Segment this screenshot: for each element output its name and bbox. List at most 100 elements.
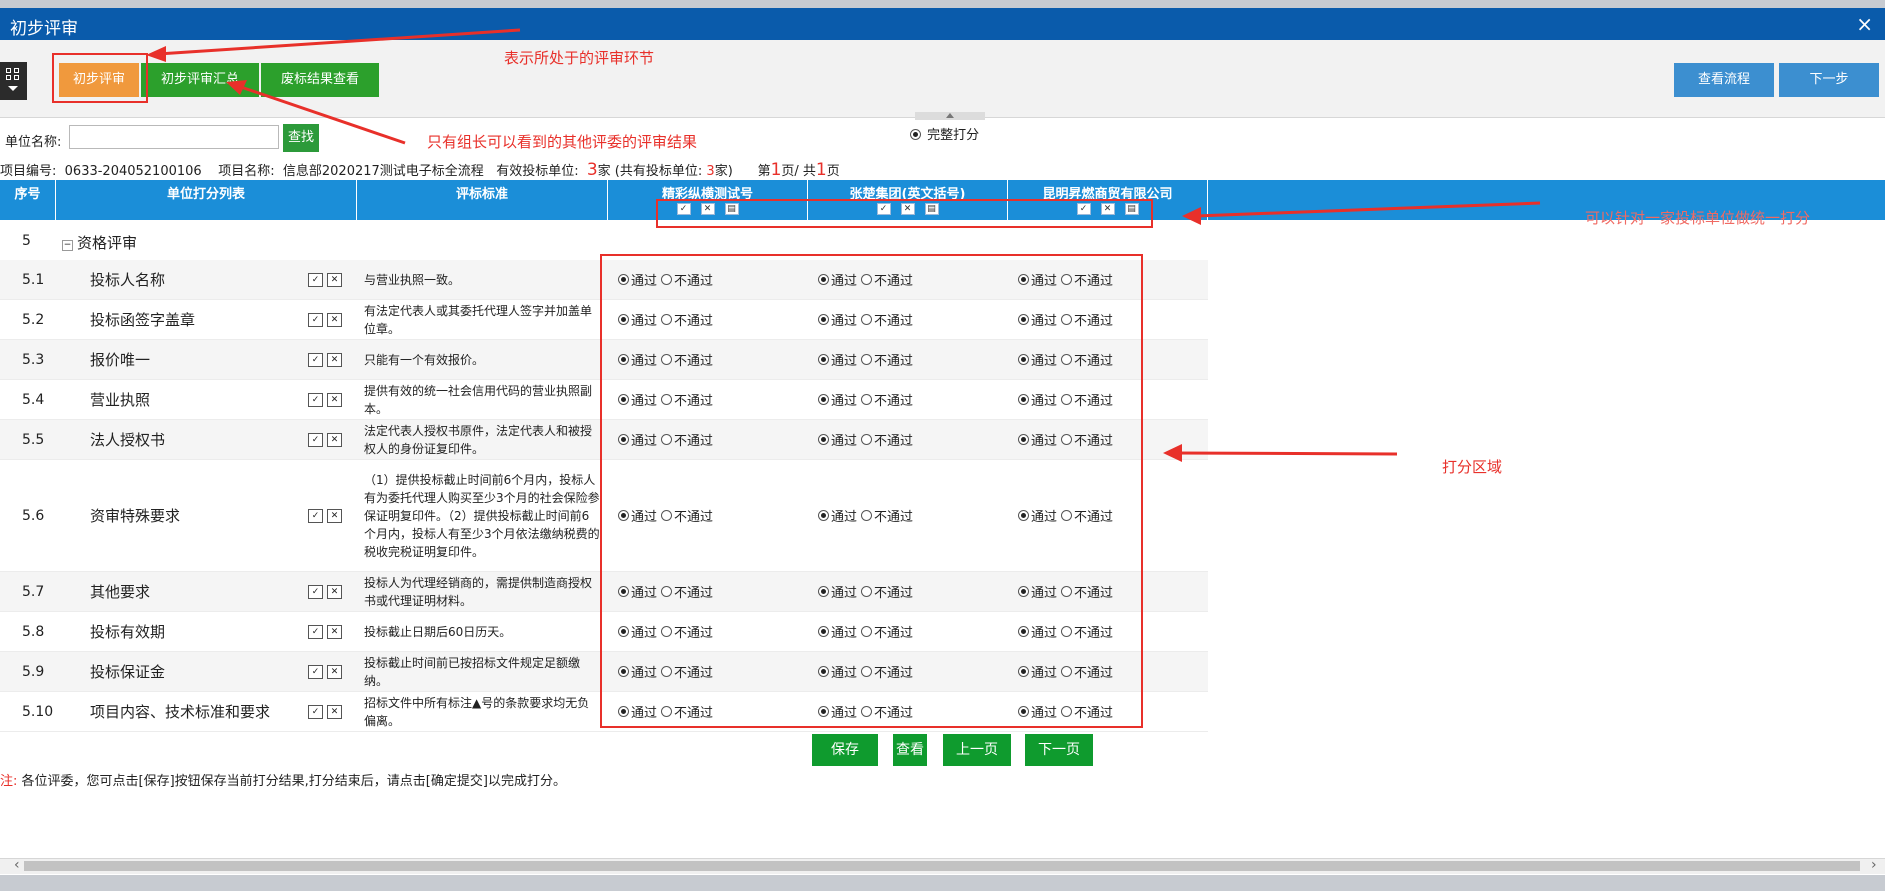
row-all-fail-icon[interactable]: ✕	[327, 624, 342, 639]
row-standard: 与营业执照一致。	[364, 272, 461, 287]
row-name: 资审特殊要求	[90, 507, 181, 525]
row-standard: （1）提供投标截止时间前6个月内，投标人有为委托代理人购买至少3个月的社会保险参…	[364, 472, 600, 559]
annotation-leader-only: 只有组长可以看到的其他评委的评审结果	[427, 133, 698, 151]
note-text: 各位评委，您可点击[保存]按钮保存当前打分结果,打分结束后，请点击[确定提交]以…	[21, 774, 566, 789]
note: 注: 各位评委，您可点击[保存]按钮保存当前打分结果,打分结束后，请点击[确定提…	[0, 770, 566, 789]
row-all-pass-icon[interactable]: ✓	[308, 312, 323, 327]
row-all-fail-icon[interactable]: ✕	[327, 272, 342, 287]
unit-name-label: 单位名称:	[5, 135, 62, 150]
row-all-pass-icon[interactable]: ✓	[308, 584, 323, 599]
row-all-fail-icon[interactable]: ✕	[327, 508, 342, 523]
row-actions: ✓ ✕	[308, 612, 354, 651]
prev-page-button[interactable]: 上一页	[943, 734, 1011, 766]
row-all-pass-icon[interactable]: ✓	[308, 664, 323, 679]
window-title: 初步评审	[10, 19, 78, 39]
row-all-fail-icon[interactable]: ✕	[327, 704, 342, 719]
page-mid: 页/ 共	[781, 164, 816, 179]
row-all-pass-icon[interactable]: ✓	[308, 704, 323, 719]
annotation-score-area: 打分区域	[1442, 458, 1503, 476]
row-actions: ✓ ✕	[308, 460, 354, 571]
project-name: 信息部2020217测试电子标全流程	[282, 164, 484, 179]
row-all-pass-icon[interactable]: ✓	[308, 352, 323, 367]
col-no-label: 序号	[14, 187, 41, 202]
row-all-pass-icon[interactable]: ✓	[308, 624, 323, 639]
scroll-right-icon[interactable]: ›	[1871, 857, 1877, 873]
view-flow-button[interactable]: 查看流程	[1674, 63, 1774, 97]
tab-review-summary[interactable]: 初步评审汇总	[141, 63, 259, 97]
project-info: 项目编号: 0633-204052100106 项目名称: 信息部2020217…	[0, 160, 840, 180]
row-actions: ✓ ✕	[308, 380, 354, 419]
col-standard-label: 评标标准	[455, 187, 508, 202]
total-suffix: 家)	[714, 164, 733, 179]
annotation-batch: 可以针对一家投标单位做统一打分	[1585, 209, 1811, 227]
row-all-fail-icon[interactable]: ✕	[327, 392, 342, 407]
section-title-text: 资格评审	[77, 234, 138, 252]
batch-icons-highlight-box	[656, 199, 1153, 228]
col-list: 单位打分列表	[56, 180, 357, 220]
unit-name-input[interactable]	[69, 125, 279, 149]
row-all-fail-icon[interactable]: ✕	[327, 312, 342, 327]
row-all-pass-icon[interactable]: ✓	[308, 392, 323, 407]
row-no: 5.4	[22, 391, 45, 408]
row-name: 营业执照	[90, 391, 151, 409]
page-current: 1	[770, 160, 782, 180]
section-title[interactable]: − 资格评审	[62, 232, 137, 253]
col-list-label: 单位打分列表	[166, 187, 245, 202]
row-all-pass-icon[interactable]: ✓	[308, 508, 323, 523]
tab-rejected-results[interactable]: 废标结果查看	[261, 63, 379, 97]
row-no: 5.9	[22, 663, 45, 680]
row-actions: ✓ ✕	[308, 692, 354, 731]
row-actions: ✓ ✕	[308, 572, 354, 611]
row-no: 5.2	[22, 311, 45, 328]
col-no: 序号	[0, 180, 56, 220]
project-no-label: 项目编号:	[0, 164, 57, 179]
annotation-stage: 表示所处于的评审环节	[504, 49, 655, 67]
collapse-handle[interactable]	[915, 112, 985, 120]
valid-suffix: 家 (共有投标单位:	[597, 164, 703, 179]
row-standard: 投标截止日期后60日历天。	[364, 624, 512, 639]
row-standard: 招标文件中所有标注▲号的条款要求均无负偏离。	[364, 695, 590, 728]
next-page-button[interactable]: 下一页	[1025, 734, 1093, 766]
row-name: 投标人名称	[90, 271, 166, 289]
row-name: 法人授权书	[90, 431, 166, 449]
title-bar: 初步评审 ×	[0, 8, 1885, 40]
project-name-label: 项目名称:	[218, 164, 275, 179]
grid-menu-icon[interactable]	[0, 62, 27, 100]
next-step-button[interactable]: 下一步	[1779, 63, 1879, 97]
scrollbar-thumb[interactable]	[24, 861, 1860, 871]
row-all-fail-icon[interactable]: ✕	[327, 584, 342, 599]
row-all-fail-icon[interactable]: ✕	[327, 664, 342, 679]
full-score-option[interactable]: 完整打分	[910, 124, 979, 143]
row-actions: ✓ ✕	[308, 652, 354, 691]
close-icon[interactable]: ×	[1856, 12, 1873, 36]
valid-count: 3	[586, 160, 598, 180]
row-no: 5.1	[22, 271, 45, 288]
row-standard: 投标人为代理经销商的，需提供制造商授权书或代理证明材料。	[364, 575, 593, 608]
search-button[interactable]: 查找	[283, 124, 319, 152]
row-name: 投标有效期	[90, 623, 166, 641]
row-name: 投标保证金	[90, 663, 166, 681]
note-prefix: 注:	[0, 774, 18, 789]
row-no: 5.10	[22, 703, 54, 720]
row-no: 5.3	[22, 351, 45, 368]
full-score-radio[interactable]	[910, 129, 921, 140]
row-name: 投标函签字盖章	[90, 311, 196, 329]
row-all-pass-icon[interactable]: ✓	[308, 272, 323, 287]
row-all-fail-icon[interactable]: ✕	[327, 352, 342, 367]
full-score-label: 完整打分	[927, 128, 980, 143]
row-standard: 提供有效的统一社会信用代码的营业执照副本。	[364, 383, 593, 416]
current-tab-highlight-box	[52, 53, 148, 103]
row-all-pass-icon[interactable]: ✓	[308, 432, 323, 447]
collapse-toggle-icon[interactable]: −	[62, 240, 73, 251]
row-actions: ✓ ✕	[308, 420, 354, 459]
row-standard: 法定代表人授权书原件，法定代表人和被授权人的身份证复印件。	[364, 423, 593, 456]
row-no: 5.6	[22, 507, 45, 524]
arrow-to-score-area	[1174, 451, 1398, 456]
scroll-left-icon[interactable]: ‹	[14, 857, 20, 873]
row-no: 5.5	[22, 431, 45, 448]
view-button[interactable]: 查看	[893, 734, 927, 766]
page-prefix: 第	[757, 164, 771, 179]
row-all-fail-icon[interactable]: ✕	[327, 432, 342, 447]
row-standard: 只能有一个有效报价。	[364, 352, 485, 367]
save-button[interactable]: 保存	[812, 734, 878, 766]
